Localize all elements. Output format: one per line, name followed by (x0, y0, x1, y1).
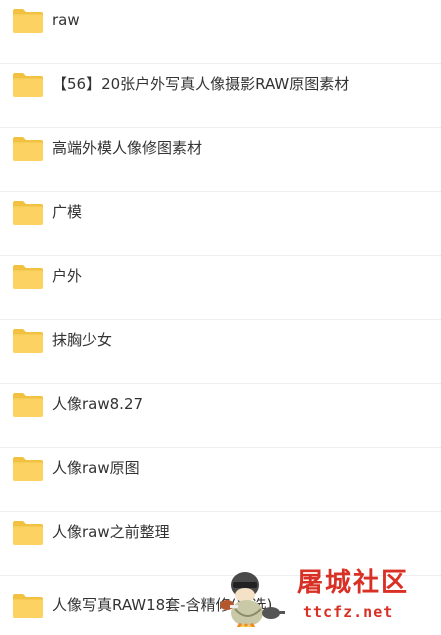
watermark: 屠城社区 ttcfz.net (215, 565, 435, 631)
folder-item[interactable]: raw (0, 0, 441, 64)
folder-name: 广模 (52, 203, 83, 221)
folder-item[interactable]: 抹胸少女 (0, 320, 441, 384)
watermark-url: ttcfz.net (303, 603, 394, 621)
folder-icon (13, 329, 43, 353)
folder-item[interactable]: 人像raw8.27 (0, 384, 441, 448)
folder-icon (13, 393, 43, 417)
folder-item[interactable]: 户外 (0, 256, 441, 320)
folder-name: 户外 (52, 267, 83, 285)
mascot-logo-icon (220, 572, 285, 627)
folder-name: raw (52, 11, 80, 29)
folder-icon (13, 594, 43, 618)
folder-icon (13, 521, 43, 545)
folder-icon (13, 137, 43, 161)
folder-name: 抹胸少女 (52, 331, 113, 349)
folder-name: 人像raw原图 (52, 459, 140, 477)
folder-icon (13, 457, 43, 481)
folder-icon (13, 73, 43, 97)
watermark-title: 屠城社区 (297, 568, 410, 598)
folder-name: 人像raw8.27 (52, 395, 144, 413)
folder-item[interactable]: 人像raw原图 (0, 448, 441, 512)
folder-icon (13, 9, 43, 33)
folder-icon (13, 201, 43, 225)
folder-item[interactable]: 高端外模人像修图素材 (0, 128, 441, 192)
folder-list: raw 【56】20张户外写真人像摄影RAW原图素材 高端外模人像修图素材 广模 (0, 0, 441, 635)
folder-name: 【56】20张户外写真人像摄影RAW原图素材 (52, 75, 350, 93)
folder-icon (13, 265, 43, 289)
folder-name: 人像raw之前整理 (52, 523, 170, 541)
folder-name: 高端外模人像修图素材 (52, 139, 203, 157)
folder-item[interactable]: 广模 (0, 192, 441, 256)
folder-item[interactable]: 【56】20张户外写真人像摄影RAW原图素材 (0, 64, 441, 128)
